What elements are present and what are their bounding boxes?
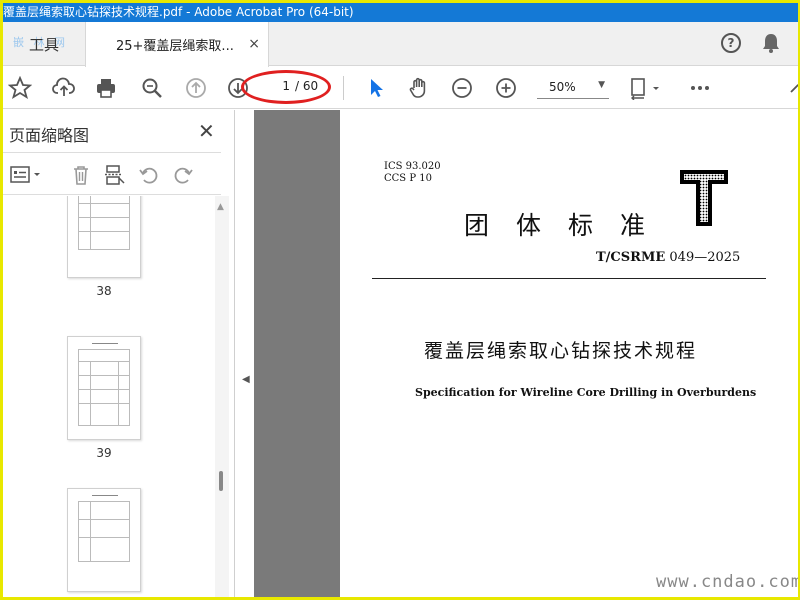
print-icon[interactable] bbox=[93, 75, 119, 101]
thumbnail-page-38[interactable] bbox=[67, 196, 141, 278]
standard-code: T/CSRME 049—2025 bbox=[596, 250, 740, 265]
collapse-panel-icon[interactable]: ◀ bbox=[242, 374, 250, 385]
upload-icon[interactable] bbox=[51, 75, 77, 101]
insert-page-icon[interactable] bbox=[103, 163, 127, 187]
pdf-page: ICS 93.020 CCS P 10 T 团体标准 T/CSRME 049—2… bbox=[340, 110, 798, 597]
zoom-select[interactable]: 50% ▼ bbox=[537, 75, 609, 99]
star-icon[interactable] bbox=[7, 75, 33, 101]
tab-document[interactable]: 25+覆盖层绳索取... × bbox=[85, 22, 269, 67]
tab-tools[interactable]: 工具 bbox=[3, 22, 85, 66]
bell-icon[interactable] bbox=[761, 32, 781, 58]
link-icon[interactable] bbox=[783, 75, 798, 101]
app-window: 覆盖层绳索取心钻探技术规程.pdf - Adobe Acrobat Pro (6… bbox=[3, 3, 798, 597]
select-cursor-icon[interactable] bbox=[363, 75, 389, 101]
document-view[interactable]: ICS 93.020 CCS P 10 T 团体标准 T/CSRME 049—2… bbox=[254, 110, 798, 597]
rotate-right-icon[interactable] bbox=[171, 163, 195, 187]
tab-bar: 嵌 林 网 工具 25+覆盖层绳索取... × ? bbox=[3, 22, 798, 67]
page-up-icon[interactable] bbox=[183, 75, 209, 101]
hand-icon[interactable] bbox=[406, 75, 432, 101]
chevron-down-icon: ▼ bbox=[598, 80, 605, 90]
standard-category-title: 团体标准 bbox=[464, 211, 673, 240]
trash-icon[interactable] bbox=[69, 163, 93, 187]
ccs-code: CCS P 10 bbox=[384, 173, 432, 184]
classification-codes: ICS 93.020 CCS P 10 bbox=[384, 161, 441, 185]
highlight-annotation bbox=[241, 70, 331, 104]
rotate-left-icon[interactable] bbox=[137, 163, 161, 187]
tab-tools-label: 工具 bbox=[28, 35, 59, 54]
ics-code: ICS 93.020 bbox=[384, 161, 441, 172]
document-title-english: Specification for Wireline Core Drilling… bbox=[415, 386, 757, 399]
close-tab-icon[interactable]: × bbox=[248, 36, 260, 52]
panel-title: 页面缩略图 bbox=[9, 126, 90, 145]
help-icon[interactable]: ? bbox=[721, 33, 741, 53]
zoom-out-icon[interactable] bbox=[449, 75, 475, 101]
panel-toolbar bbox=[3, 152, 221, 195]
panel-collapse-strip: ◀ bbox=[236, 110, 254, 597]
site-watermark: www.cndao.com bbox=[656, 572, 798, 592]
scrollbar-thumb[interactable] bbox=[219, 471, 223, 491]
document-title-chinese: 覆盖层绳索取心钻探技术规程 bbox=[424, 340, 698, 362]
zoom-search-icon[interactable] bbox=[139, 75, 165, 101]
header-rule bbox=[372, 278, 766, 279]
thumbnail-options-icon[interactable] bbox=[9, 163, 43, 187]
toolbar-divider bbox=[343, 76, 344, 100]
thumbnail-scrollbar[interactable]: ▲ bbox=[215, 196, 229, 597]
thumbnail-list: 38 39 bbox=[3, 196, 215, 597]
thumbnail-page-40[interactable] bbox=[67, 488, 141, 592]
thumbnail-label: 39 bbox=[96, 446, 112, 460]
standard-type-letter: T bbox=[678, 168, 730, 228]
tab-document-label: 25+覆盖层绳索取... bbox=[116, 39, 234, 54]
more-icon[interactable] bbox=[687, 75, 713, 101]
standard-code-number: 049—2025 bbox=[669, 250, 741, 265]
zoom-in-icon[interactable] bbox=[493, 75, 519, 101]
window-title: 覆盖层绳索取心钻探技术规程.pdf - Adobe Acrobat Pro (6… bbox=[3, 3, 798, 22]
thumbnails-panel: 页面缩略图 ✕ 38 39 ▲ bbox=[3, 110, 235, 597]
zoom-value: 50% bbox=[549, 80, 576, 94]
toolbar: 1 / 60 50% ▼ bbox=[3, 67, 798, 109]
thumbnail-label: 38 bbox=[96, 284, 112, 298]
scroll-up-icon[interactable]: ▲ bbox=[217, 202, 224, 212]
close-icon[interactable]: ✕ bbox=[198, 119, 215, 143]
fit-page-icon[interactable] bbox=[629, 75, 663, 101]
standard-code-prefix: T/CSRME bbox=[596, 250, 666, 265]
thumbnail-page-39[interactable] bbox=[67, 336, 141, 440]
